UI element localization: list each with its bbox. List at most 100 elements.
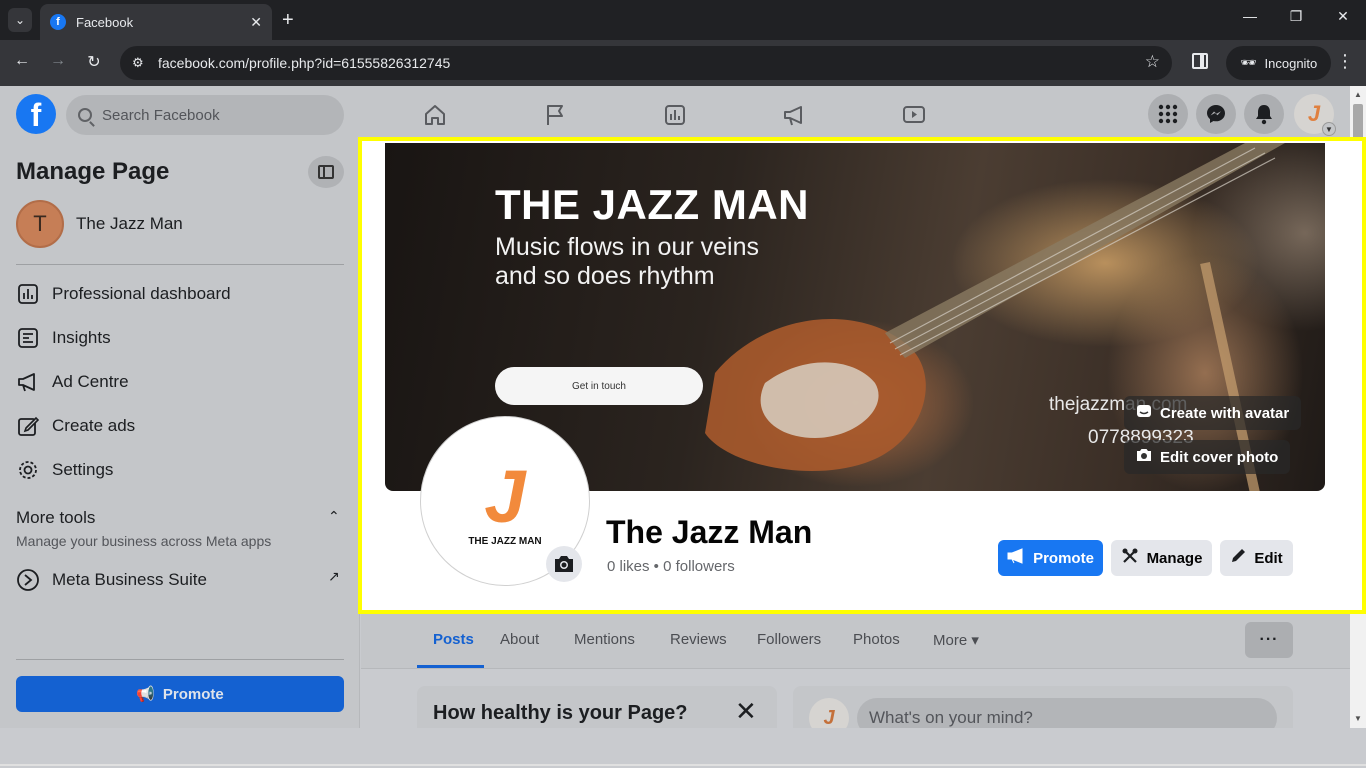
page-switcher[interactable]: T The Jazz Man [16,200,183,248]
chevron-up-icon[interactable]: ⌃ [328,508,340,525]
page-tabs: Posts About Mentions Reviews Followers P… [361,614,1350,669]
sidebar-item-create-ads[interactable]: Create ads [16,408,135,444]
browser-tab[interactable]: f Facebook ✕ [40,4,272,40]
chevron-down-icon[interactable]: ▼ [1322,122,1336,136]
camera-icon [1136,448,1152,466]
facebook-favicon-icon: f [50,14,66,30]
active-tab-indicator [417,665,484,668]
search-icon [78,108,92,122]
browser-tab-bar: ⌄ f Facebook ✕ + — ❐ ✕ [0,0,1366,40]
insights-icon [16,326,40,350]
logo-text: THE JAZZ MAN [468,535,542,547]
url-text[interactable]: facebook.com/profile.php?id=615558263127… [158,55,450,71]
sidebar-promote-button[interactable]: 📢 Promote [16,676,344,712]
omnibox[interactable]: ⚙ facebook.com/profile.php?id=6155582631… [120,46,1172,80]
minimize-icon[interactable]: — [1240,8,1260,24]
site-info-icon[interactable]: ⚙ [132,55,154,71]
back-icon[interactable]: ← [11,52,33,70]
reload-icon[interactable]: ↻ [83,52,105,72]
sidebar-item-label: Meta Business Suite [52,570,207,589]
tab-reviews[interactable]: Reviews [670,631,727,648]
side-panel-icon[interactable] [1192,53,1208,69]
tab-posts[interactable]: Posts [433,631,474,648]
camera-icon [555,556,573,572]
close-icon[interactable]: ✕ [735,696,757,727]
pencil-icon [16,414,40,438]
messenger-icon[interactable] [1196,94,1236,134]
dashboard-icon [16,282,40,306]
tab-followers[interactable]: Followers [757,631,821,648]
facebook-header: f Search Facebook J ▼ [0,86,1350,142]
megaphone-icon [16,370,40,394]
promote-label: Promote [1033,549,1094,567]
sidebar-item-meta-business-suite[interactable]: Meta Business Suite [16,562,207,598]
avatar-icon [1136,403,1152,423]
home-icon[interactable] [422,102,448,128]
window-close-icon[interactable]: ✕ [1333,8,1353,25]
new-tab-button[interactable]: + [282,8,294,32]
notifications-icon[interactable] [1244,94,1284,134]
search-placeholder: Search Facebook [102,106,220,124]
video-icon[interactable] [901,102,927,128]
sidebar-item-ad-centre[interactable]: Ad Centre [16,364,129,400]
edit-label: Edit [1254,549,1283,567]
tools-icon [1121,547,1139,569]
sidebar-item-label: Create ads [52,416,136,435]
account-avatar[interactable]: J ▼ [1294,94,1336,136]
sidebar-title: Manage Page [16,158,170,185]
edit-button[interactable]: Edit [1220,540,1293,576]
page-name: The Jazz Man [76,214,183,233]
external-link-icon: ↗ [328,568,340,584]
sidebar-item-label: Ad Centre [52,372,129,391]
cover-tagline-line: and so does rhythm [495,262,715,290]
scroll-up-icon[interactable]: ▲ [1354,90,1362,99]
ad-centre-icon[interactable] [781,102,807,128]
cover-tagline-line: Music flows in our veins [495,233,759,261]
pages-flag-icon[interactable] [542,102,568,128]
more-tools-description: Manage your business across Meta apps [16,533,272,549]
facebook-logo-icon[interactable]: f [16,94,56,134]
restore-icon[interactable]: ❐ [1286,8,1306,25]
promote-button[interactable]: Promote [998,540,1103,576]
tab-mentions[interactable]: Mentions [574,631,635,648]
menu-grid-icon[interactable] [1148,94,1188,134]
address-bar: ← → ↻ ⚙ facebook.com/profile.php?id=6155… [0,40,1366,86]
search-input[interactable]: Search Facebook [66,95,344,135]
tab-more[interactable]: More ▾ [933,631,979,649]
update-profile-picture-button[interactable] [546,546,582,582]
megaphone-icon: 📢 [136,686,155,703]
browser-menu-icon[interactable]: ⋮ [1336,51,1354,72]
tab-search-button[interactable]: ⌄ [8,8,32,32]
sidebar-item-label: Settings [52,460,114,479]
megaphone-icon [1007,548,1025,568]
create-with-avatar-label: Create with avatar [1160,404,1290,422]
more-tools-heading[interactable]: More tools [16,508,95,528]
collapse-sidebar-button[interactable] [308,156,344,188]
manage-label: Manage [1146,549,1203,567]
incognito-indicator[interactable]: 🕶 Incognito [1226,46,1332,80]
edit-cover-photo-button[interactable]: Edit cover photo [1124,440,1291,474]
tab-close-icon[interactable]: ✕ [250,14,262,31]
tab-photos[interactable]: Photos [853,631,900,648]
page-avatar: T [16,200,64,248]
insights-icon[interactable] [662,102,688,128]
divider [16,659,344,660]
sidebar-item-insights[interactable]: Insights [16,320,111,356]
manage-button[interactable]: Manage [1111,540,1212,576]
scroll-down-icon[interactable]: ▼ [1354,714,1362,723]
cover-cta-graphic: Get in touch [495,367,703,405]
likes-followers-count[interactable]: 0 likes • 0 followers [607,558,735,575]
tab-title: Facebook [76,14,134,30]
bookmark-star-icon[interactable]: ☆ [1145,52,1160,72]
create-with-avatar-button[interactable]: Create with avatar [1124,396,1302,430]
forward-icon[interactable]: → [47,52,69,70]
gear-icon [16,458,40,482]
cover-tagline: Music flows in our veins and so does rhy… [495,233,815,291]
sidebar-item-professional-dashboard[interactable]: Professional dashboard [16,276,231,312]
sidebar-toggle-icon [318,165,334,179]
tab-about[interactable]: About [500,631,539,648]
health-card-title: How healthy is your Page? [433,702,688,724]
sidebar-item-settings[interactable]: Settings [16,452,113,488]
more-options-button[interactable]: ··· [1245,622,1293,658]
manage-page-sidebar: Manage Page T The Jazz Man Professional … [0,142,360,728]
